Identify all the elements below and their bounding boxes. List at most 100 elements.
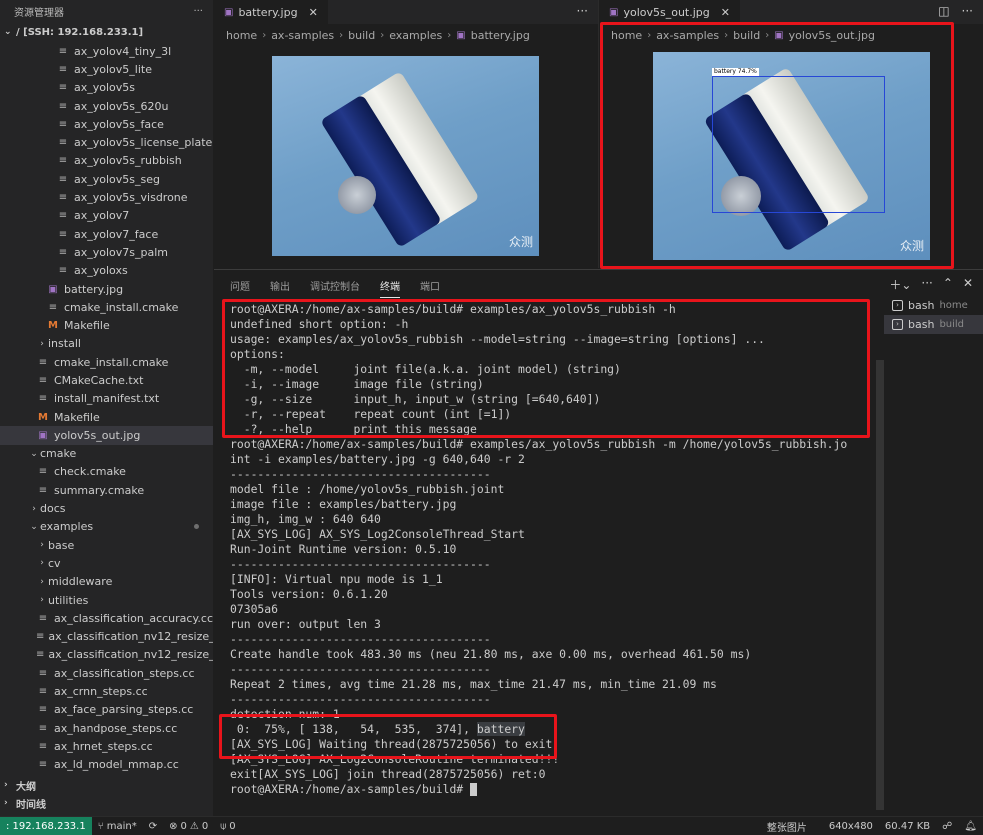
- size-label: 60.47 KB: [884, 820, 931, 832]
- more-actions-icon[interactable]: ···: [577, 4, 588, 18]
- tree-item-label: ax_classification_nv12_resize_...: [48, 630, 213, 644]
- tree-item[interactable]: ≡ ax_yolov5_lite: [0, 60, 213, 78]
- modified-dot: [194, 524, 199, 530]
- tree-item-label: battery.jpg: [64, 282, 124, 296]
- tree-item[interactable]: ≡ ax_classification_nv12_resize_s...: [0, 646, 213, 664]
- editor-group-left: ▣ battery.jpg ✕ ··· home › ax-samples › bu…: [214, 0, 598, 268]
- more-actions-icon[interactable]: ···: [921, 276, 932, 293]
- breadcrumb-item[interactable]: ax-samples: [271, 29, 334, 42]
- tab-yolov5s-out-jpg[interactable]: ▣ yolov5s_out.jpg ✕: [599, 0, 740, 24]
- tree-item[interactable]: ≡ ax_yolov7_face: [0, 225, 213, 243]
- problems-indicator[interactable]: ⊗ 0 ⚠ 0: [163, 821, 214, 832]
- workspace-root[interactable]: ⌄ / [SSH: 192.168.233.1]: [0, 22, 213, 42]
- terminal-scrollbar[interactable]: [876, 360, 884, 810]
- feedback-button[interactable]: ☍: [936, 821, 958, 832]
- more-actions-icon[interactable]: ···: [962, 4, 973, 18]
- tree-item[interactable]: ⌄ examples: [0, 518, 213, 536]
- tab-terminal[interactable]: 终端: [380, 278, 400, 298]
- branch-indicator[interactable]: ⑂ main*: [92, 821, 143, 832]
- file-icon: ≡: [58, 45, 68, 57]
- tab-output[interactable]: 输出: [270, 278, 290, 293]
- tree-item[interactable]: › utilities: [0, 591, 213, 609]
- annotation-box-output-image: [600, 22, 954, 269]
- breadcrumb-item[interactable]: examples: [389, 29, 442, 42]
- remote-indicator[interactable]: : 192.168.233.1: [0, 816, 92, 835]
- close-icon[interactable]: ✕: [721, 6, 730, 19]
- panel-tabs: 问题 输出 调试控制台 终端 端口: [214, 270, 983, 300]
- terminal-item-home[interactable]: › bash home: [884, 296, 983, 315]
- notifications-button[interactable]: 🔔︎: [958, 821, 983, 832]
- tree-item-label: CMakeCache.txt: [54, 373, 144, 387]
- tree-item-label: ax_yoloxs: [74, 264, 128, 278]
- timeline-section[interactable]: › 时间线: [0, 794, 213, 812]
- ports-indicator[interactable]: ⍦ 0: [214, 821, 241, 832]
- tree-item[interactable]: ≡ ax_yolov5s: [0, 79, 213, 97]
- tree-item-label: ax_ld_model_mmap.cc: [54, 758, 179, 772]
- zoom-mode[interactable]: 整张图片: [761, 819, 813, 834]
- explorer-header: 资源管理器 ···: [0, 0, 213, 22]
- outline-section[interactable]: › 大纲: [0, 776, 213, 794]
- tree-item[interactable]: ≡ ax_yolov7: [0, 207, 213, 225]
- tab-debug-console[interactable]: 调试控制台: [310, 278, 360, 293]
- tree-item[interactable]: ≡ ax_yolov5s_face: [0, 115, 213, 133]
- tree-item[interactable]: ≡ ax_ld_model_mmap.cc: [0, 756, 213, 774]
- tab-problems[interactable]: 问题: [230, 278, 250, 293]
- terminal-line: Tools version: 0.6.1.20: [230, 587, 866, 602]
- close-panel-icon[interactable]: ✕: [963, 276, 973, 293]
- tree-item[interactable]: ≡ summary.cmake: [0, 481, 213, 499]
- watermark: 众测: [508, 235, 533, 249]
- tree-item[interactable]: ▣ yolov5s_out.jpg: [0, 426, 213, 445]
- ellipsis-icon[interactable]: ···: [193, 6, 203, 17]
- tree-item[interactable]: ≡ ax_yolov5s_license_plate: [0, 133, 213, 151]
- tree-item[interactable]: ≡ ax_yolov5s_rubbish: [0, 152, 213, 170]
- tree-item[interactable]: ≡ ax_hrnet_steps.cc: [0, 737, 213, 755]
- maximize-panel-icon[interactable]: ⌃: [943, 276, 953, 293]
- tree-item[interactable]: ≡ ax_classification_steps.cc: [0, 664, 213, 682]
- breadcrumb-item[interactable]: battery.jpg: [471, 29, 530, 42]
- new-terminal-icon[interactable]: ＋⌄: [889, 276, 911, 293]
- tree-item[interactable]: ≡ ax_yolov4_tiny_3l: [0, 42, 213, 60]
- tree-item[interactable]: › middleware: [0, 573, 213, 591]
- tree-item[interactable]: ▣ battery.jpg: [0, 280, 213, 298]
- close-icon[interactable]: ✕: [309, 6, 318, 19]
- tree-item[interactable]: ≡ CMakeCache.txt: [0, 371, 213, 389]
- tab-bar-left: ▣ battery.jpg ✕ ···: [214, 0, 598, 24]
- tab-battery-jpg[interactable]: ▣ battery.jpg ✕: [214, 0, 328, 24]
- tree-item[interactable]: › cv: [0, 554, 213, 572]
- tree-item-label: ax_yolov5s_visdrone: [74, 191, 188, 205]
- makefile-icon: M: [48, 320, 58, 332]
- terminal-name: bash: [908, 299, 935, 312]
- tree-item[interactable]: ≡ ax_classification_nv12_resize_...: [0, 628, 213, 646]
- sync-button[interactable]: ⟳: [143, 821, 163, 832]
- file-icon: ≡: [58, 246, 68, 258]
- tree-item[interactable]: M Makefile: [0, 408, 213, 426]
- tree-item[interactable]: ≡ ax_yolov5s_seg: [0, 170, 213, 188]
- tree-item[interactable]: ⌄ cmake: [0, 445, 213, 463]
- tree-item[interactable]: ≡ ax_yolov5s_visdrone: [0, 188, 213, 206]
- chevron-down-icon: ⌄: [30, 448, 38, 459]
- tree-item[interactable]: M Makefile: [0, 316, 213, 334]
- tree-item[interactable]: ≡ check.cmake: [0, 463, 213, 481]
- tree-item[interactable]: › base: [0, 536, 213, 554]
- terminal-item-build[interactable]: › bash build: [884, 315, 983, 334]
- file-icon: ≡: [58, 155, 68, 167]
- tree-item[interactable]: ≡ ax_yolov5s_620u: [0, 97, 213, 115]
- tree-item-label: ax_crnn_steps.cc: [54, 685, 148, 699]
- split-editor-icon[interactable]: ◫: [938, 4, 949, 18]
- tree-item[interactable]: ≡ ax_face_parsing_steps.cc: [0, 701, 213, 719]
- tree-item[interactable]: ≡ ax_classification_accuracy.cc: [0, 609, 213, 627]
- tree-item[interactable]: ≡ ax_yolov7s_palm: [0, 243, 213, 261]
- tree-item[interactable]: ≡ cmake_install.cmake: [0, 298, 213, 316]
- tree-item[interactable]: › docs: [0, 499, 213, 517]
- tree-item[interactable]: › install: [0, 335, 213, 353]
- breadcrumb-item[interactable]: home: [226, 29, 257, 42]
- terminal-line-text: Tools version: 0.6.1.20: [230, 587, 388, 601]
- chevron-right-icon: ›: [40, 558, 44, 569]
- tree-item[interactable]: ≡ ax_yoloxs: [0, 262, 213, 280]
- tree-item[interactable]: ≡ ax_handpose_steps.cc: [0, 719, 213, 737]
- tree-item[interactable]: ≡ install_manifest.txt: [0, 390, 213, 408]
- breadcrumb-item[interactable]: build: [348, 29, 375, 42]
- tab-ports[interactable]: 端口: [420, 278, 440, 293]
- tree-item[interactable]: ≡ cmake_install.cmake: [0, 353, 213, 371]
- tree-item[interactable]: ≡ ax_crnn_steps.cc: [0, 682, 213, 700]
